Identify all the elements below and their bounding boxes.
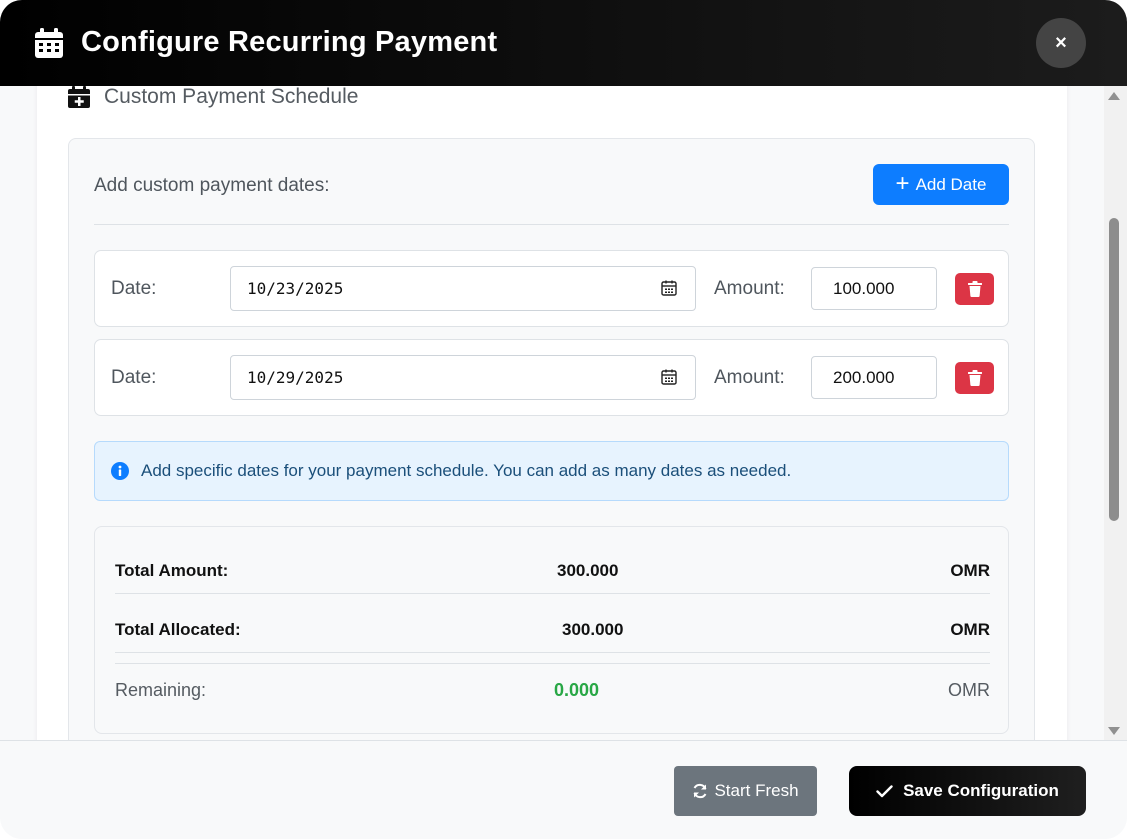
start-fresh-button[interactable]: Start Fresh [674, 766, 817, 816]
amount-input[interactable]: 100.000 [811, 267, 937, 310]
remaining-row: Remaining: 0.000 OMR [115, 680, 990, 710]
info-alert: Add specific dates for your payment sche… [94, 441, 1009, 501]
remaining-value: 0.000 [554, 680, 600, 700]
calendar-picker-icon[interactable] [661, 369, 677, 385]
total-allocated-value: 300.000 [562, 620, 624, 639]
calendar-picker-icon[interactable] [661, 280, 677, 296]
date-row: Date: 10/29/2025 Amount: 200.000 [94, 339, 1009, 416]
summary-divider [115, 663, 990, 664]
date-input[interactable]: 10/29/2025 [230, 355, 696, 400]
scrollbar-thumb[interactable] [1109, 218, 1119, 521]
date-input[interactable]: 10/23/2025 [230, 266, 696, 311]
currency-label: OMR [950, 561, 990, 580]
refresh-icon [694, 783, 707, 799]
summary-panel: Total Amount: 300.000 OMR Total Allocate… [94, 526, 1009, 734]
calendar-icon [35, 28, 63, 58]
delete-date-button[interactable] [955, 273, 994, 305]
scroll-down-arrow-icon[interactable] [1108, 727, 1120, 735]
modal-header: Configure Recurring Payment × [0, 0, 1127, 86]
modal-title: Configure Recurring Payment [81, 26, 498, 58]
date-row: Date: 10/23/2025 Amount: 100.000 [94, 250, 1009, 327]
section-title: Custom Payment Schedule [68, 85, 359, 108]
trash-icon [967, 370, 982, 386]
date-value: 10/23/2025 [247, 279, 344, 298]
calendar-plus-icon [68, 86, 90, 108]
total-amount-value: 300.000 [557, 561, 619, 580]
scroll-up-arrow-icon[interactable] [1108, 92, 1120, 100]
custom-dates-heading: Add custom payment dates: [94, 175, 330, 196]
add-date-button[interactable]: + Add Date [873, 164, 1009, 205]
total-allocated-label: Total Allocated: [115, 620, 241, 639]
section-title-text: Custom Payment Schedule [104, 85, 359, 108]
date-label: Date: [111, 278, 157, 299]
total-amount-label: Total Amount: [115, 561, 229, 580]
total-allocated-row: Total Allocated: 300.000 OMR [115, 620, 990, 650]
start-fresh-label: Start Fresh [714, 781, 799, 800]
close-button[interactable]: × [1036, 18, 1086, 68]
currency-label: OMR [950, 620, 990, 639]
date-label: Date: [111, 367, 157, 388]
date-value: 10/29/2025 [247, 368, 344, 387]
close-icon: × [1055, 31, 1067, 54]
save-configuration-button[interactable]: Save Configuration [849, 766, 1086, 816]
amount-label: Amount: [714, 278, 785, 299]
save-configuration-label: Save Configuration [903, 781, 1059, 800]
currency-label: OMR [948, 680, 990, 700]
remaining-label: Remaining: [115, 680, 207, 700]
total-amount-row: Total Amount: 300.000 OMR [115, 561, 990, 591]
amount-input[interactable]: 200.000 [811, 356, 937, 399]
recurring-payment-modal: Configure Recurring Payment × Custom Pay… [0, 0, 1127, 839]
summary-divider [115, 593, 990, 594]
delete-date-button[interactable] [955, 362, 994, 394]
add-date-label: Add Date [915, 174, 987, 194]
summary-divider [115, 652, 990, 653]
amount-label: Amount: [714, 367, 785, 388]
info-text: Add specific dates for your payment sche… [141, 461, 792, 480]
panel-divider [94, 224, 1009, 225]
trash-icon [967, 281, 982, 297]
info-icon [111, 462, 129, 480]
plus-icon: + [895, 169, 910, 197]
check-icon [876, 784, 893, 797]
